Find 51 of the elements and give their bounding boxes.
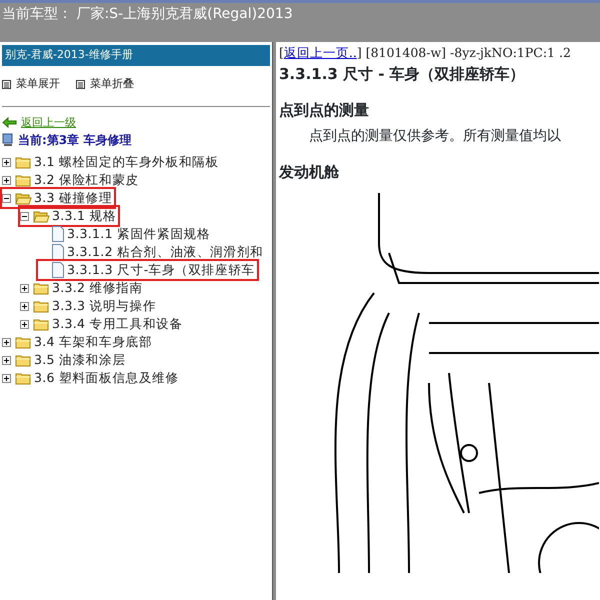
tree-item[interactable]: 3.4 车架和车身底部 [32, 332, 154, 352]
back-link[interactable]: 返回上一页.. [284, 45, 357, 60]
list-icon [76, 80, 85, 88]
tree-item[interactable]: 3.6 塑料面板信息及维修 [32, 368, 181, 388]
collapse-icon[interactable] [2, 194, 11, 202]
breadcrumb-line: [返回上一页..] [8101408-w] -8yz-jkNO:1PC:1 .2 [279, 44, 572, 62]
menu-button[interactable]: 菜单折叠 [76, 76, 134, 92]
folder-icon [15, 155, 32, 169]
folder-icon [15, 353, 32, 367]
open-folder-icon [15, 191, 32, 205]
menu-button[interactable]: 菜单展开 [2, 76, 60, 92]
expand-icon[interactable] [2, 374, 11, 382]
section-heading: 点到点的测量 [279, 100, 370, 122]
tree-item[interactable]: 3.5 油漆和涂层 [32, 350, 128, 370]
current-chapter: 当前:第3章 车身修理 [18, 132, 132, 149]
folder-icon [15, 173, 32, 187]
tree-item[interactable]: 3.3 碰撞修理 [32, 188, 114, 208]
expand-icon[interactable] [2, 176, 11, 184]
tree-item[interactable]: 3.3.1.2 粘合剂、油液、润滑剂和 [65, 242, 266, 262]
section-heading: 发动机舱 [279, 162, 340, 183]
page-title: 3.3.1.3 尺寸 - 车身（双排座轿车） [279, 64, 526, 85]
tree-item[interactable]: 3.3.1.1 紧固件紧固规格 [65, 224, 212, 244]
tree-item[interactable]: 3.1 螺栓固定的车身外板和隔板 [32, 152, 221, 172]
sidebar-title: 别克-君威-2013-维修手册 [2, 45, 270, 66]
document-icon [51, 226, 65, 242]
document-icon [51, 244, 65, 260]
expand-icon[interactable] [20, 302, 29, 310]
tree-item[interactable]: 3.3.1.3 尺寸-车身（双排座轿车 [65, 260, 257, 280]
open-folder-icon [33, 209, 50, 223]
expand-icon[interactable] [2, 158, 11, 166]
folder-icon [33, 299, 50, 313]
folder-icon [33, 317, 50, 331]
document-icon [51, 262, 65, 278]
folder-icon [15, 371, 32, 385]
back-link[interactable]: 返回上一级 [21, 114, 76, 131]
tree-item[interactable]: 3.3.3 说明与操作 [50, 296, 158, 316]
tree-item[interactable]: 3.3.2 维修指南 [50, 278, 145, 298]
tree-item[interactable]: 3.3.1 规格 [50, 206, 118, 226]
paragraph: 点到点的测量仅供参考。所有测量值均以 [308, 126, 562, 146]
computer-icon [2, 133, 14, 147]
folder-icon [15, 335, 32, 349]
expand-icon[interactable] [2, 338, 11, 346]
expand-icon[interactable] [20, 320, 29, 328]
expand-icon[interactable] [20, 284, 29, 292]
tree-item[interactable]: 3.2 保险杠和蒙皮 [32, 170, 141, 190]
window-title: 当前车型： 厂家:S-上海别克君威(Regal)2013 [2, 6, 293, 22]
collapse-icon[interactable] [20, 212, 29, 220]
expand-icon[interactable] [2, 356, 11, 364]
back-arrow-icon [2, 117, 17, 128]
tree-item[interactable]: 3.3.4 专用工具和设备 [50, 314, 185, 334]
folder-icon [33, 281, 50, 295]
